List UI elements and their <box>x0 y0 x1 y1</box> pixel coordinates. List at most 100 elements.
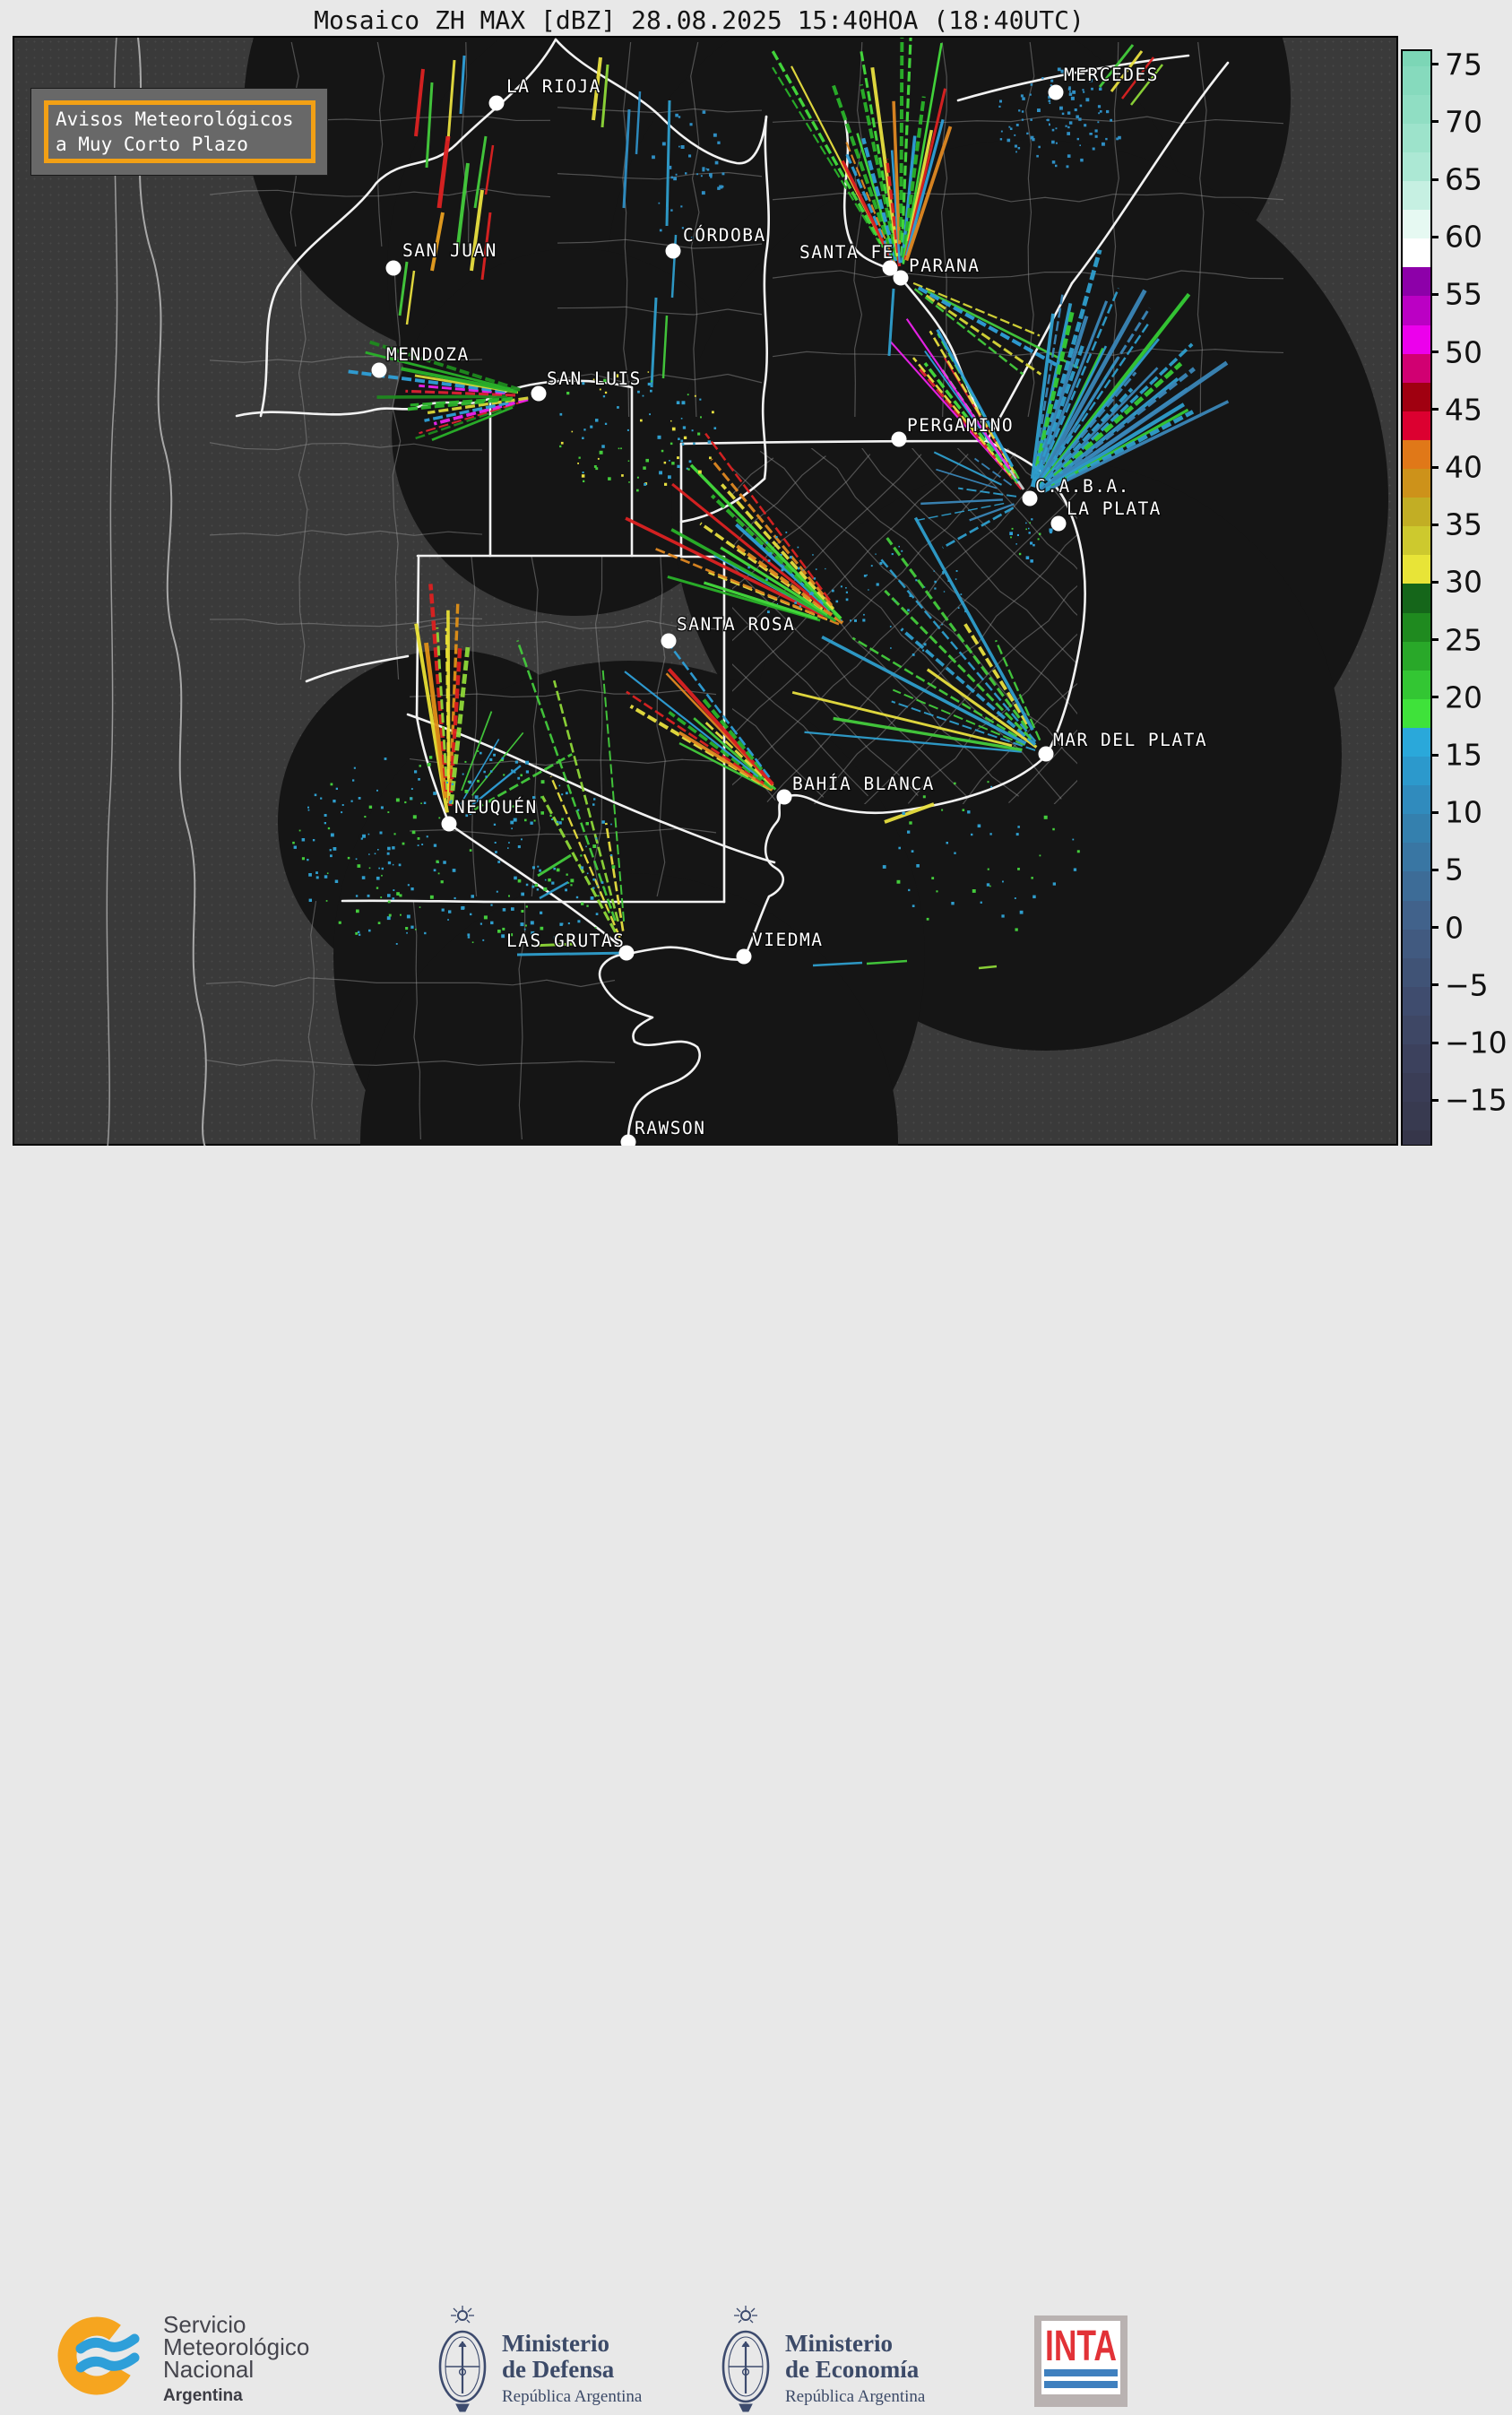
echo-speckle <box>570 879 575 883</box>
echo-speckle <box>687 394 689 396</box>
colorbar-segment <box>1403 698 1430 728</box>
colorbar-segment <box>1403 439 1430 470</box>
echo-speckle <box>680 145 685 149</box>
echo-speckle <box>1028 527 1030 530</box>
echo-speckle <box>678 116 681 118</box>
echo-speckle <box>376 887 379 889</box>
echo-speckle <box>1048 100 1051 102</box>
echo-speckle <box>943 591 946 593</box>
economia-line1: Ministerio <box>785 2330 893 2357</box>
echo-speckle <box>680 205 683 208</box>
colorbar-segment <box>1403 900 1430 930</box>
echo-speckle <box>677 464 680 468</box>
echo-speckle <box>911 850 914 853</box>
echo-speckle <box>780 553 782 556</box>
colorbar <box>1401 49 1432 1147</box>
echo-speckle <box>1072 838 1075 841</box>
city-dot <box>371 362 387 378</box>
echo-speckle <box>1020 94 1024 98</box>
echo-speckle <box>352 779 355 782</box>
echo-speckle <box>912 905 915 907</box>
echo-speckle <box>1021 110 1024 113</box>
echo-speckle <box>702 169 705 172</box>
echo-speckle <box>1011 527 1014 530</box>
echo-speckle <box>335 787 338 790</box>
echo-speckle <box>381 867 384 870</box>
echo-speckle <box>427 763 431 766</box>
echo-speckle <box>406 914 410 919</box>
city-dot <box>1050 515 1067 532</box>
echo-speckle <box>559 412 563 416</box>
echo-speckle <box>1066 165 1069 169</box>
footer: Servicio Meteorológico Nacional Argentin… <box>0 1146 1512 2412</box>
echo-speckle <box>706 169 710 171</box>
echo-speckle <box>898 846 901 850</box>
echo-speckle <box>671 427 676 431</box>
echo-speckle <box>378 867 380 870</box>
echo-speckle <box>315 871 318 874</box>
echo-speckle <box>392 846 395 850</box>
echo-speckle <box>845 598 849 602</box>
echo-speckle <box>670 176 674 179</box>
echo-speckle <box>659 471 662 475</box>
echo-speckle <box>307 859 309 861</box>
echo-speckle <box>355 931 359 935</box>
colorbar-tick <box>1430 638 1439 642</box>
echo-speckle <box>530 821 533 825</box>
echo-speckle <box>1036 154 1039 158</box>
echo-speckle <box>583 428 586 431</box>
echo-speckle <box>1069 91 1071 93</box>
echo-speckle <box>775 536 778 539</box>
echo-speckle <box>387 846 391 851</box>
inta-label: INTA <box>1045 2323 1117 2370</box>
echo-speckle <box>482 939 485 941</box>
echo-speckle <box>314 793 317 797</box>
echo-speckle <box>493 753 496 757</box>
echo-speckle <box>841 619 842 621</box>
city-label: MERCEDES <box>1064 65 1159 85</box>
echo-speckle <box>680 418 683 420</box>
echo-speckle <box>597 457 600 460</box>
echo-speckle <box>392 863 394 866</box>
echo-speckle <box>922 649 925 652</box>
echo-speckle <box>357 864 361 868</box>
echo-speckle <box>1052 827 1055 831</box>
echo-speckle <box>954 852 956 854</box>
echo-speckle <box>1015 928 1018 931</box>
echo-speckle <box>1055 127 1058 130</box>
echo-speckle <box>1018 552 1022 556</box>
smn-line1: Servicio <box>163 2311 246 2338</box>
echo-speckle <box>428 756 433 759</box>
echo-speckle <box>1008 126 1011 128</box>
echo-speckle <box>1025 556 1030 559</box>
warning-box[interactable]: Avisos Meteorológicos a Muy Corto Plazo <box>44 100 315 163</box>
echo-speckle <box>681 401 686 405</box>
echo-speckle <box>1061 112 1065 116</box>
colorbar-tick-label: 40 <box>1445 449 1482 485</box>
echo-speckle <box>333 847 337 851</box>
echo-speckle <box>597 895 600 897</box>
echo-speckle <box>1029 93 1032 96</box>
echo-speckle <box>1085 98 1090 102</box>
smn-line4: Argentina <box>163 2386 243 2405</box>
echo-speckle <box>567 922 570 925</box>
echo-speckle <box>649 413 651 416</box>
echo-speckle <box>1039 532 1041 535</box>
echo-streak <box>516 951 630 956</box>
colorbar-tick <box>1430 926 1439 930</box>
echo-speckle <box>330 833 334 837</box>
echo-speckle <box>577 920 581 923</box>
echo-speckle <box>659 229 662 232</box>
colorbar-tick-label: 25 <box>1445 622 1482 658</box>
city-label: RAWSON <box>635 1118 705 1138</box>
echo-speckle <box>490 921 494 925</box>
echo-speckle <box>298 829 301 832</box>
echo-speckle <box>356 909 359 913</box>
colorbar-segment <box>1403 353 1430 383</box>
echo-speckle <box>626 428 629 431</box>
echo-speckle <box>694 394 696 397</box>
echo-speckle <box>517 776 521 780</box>
echo-speckle <box>1043 815 1048 819</box>
colorbar-tick-label: 0 <box>1445 910 1464 946</box>
echo-speckle <box>967 810 971 814</box>
